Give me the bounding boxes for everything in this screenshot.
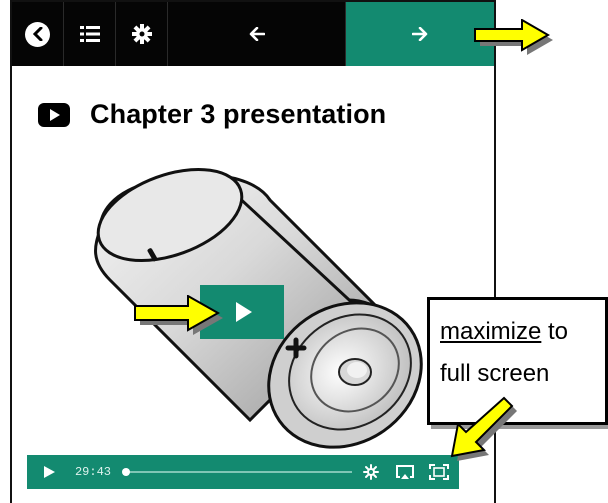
list-icon (79, 26, 100, 42)
play-icon (43, 466, 55, 478)
callout-word-suffix: to (541, 318, 569, 345)
pointer-arrow-play (134, 295, 223, 335)
toc-button[interactable] (64, 2, 116, 66)
video-controls: 29:43 (27, 455, 459, 489)
chevron-left-circle-icon (25, 21, 50, 47)
pointer-arrow-fullscreen (450, 396, 517, 461)
back-circle-button[interactable] (12, 2, 64, 66)
pointer-arrow-next (474, 19, 553, 55)
play-control[interactable] (39, 455, 59, 489)
previous-button[interactable] (168, 2, 346, 66)
video-settings-button[interactable] (359, 455, 383, 489)
progress-track[interactable] (124, 471, 352, 473)
page-heading: Chapter 3 presentation (38, 99, 386, 130)
airplay-icon (396, 465, 414, 479)
arrow-left-icon (249, 27, 265, 41)
arrow-right-icon (412, 27, 428, 41)
callout-word: maximize (440, 318, 542, 345)
callout-line2: full screen (440, 360, 550, 387)
video-time: 29:43 (74, 465, 111, 479)
progress-knob[interactable] (122, 468, 130, 476)
top-toolbar (12, 2, 494, 66)
gear-icon (363, 464, 379, 480)
video-icon (38, 102, 70, 127)
settings-button[interactable] (116, 2, 168, 66)
gear-icon (131, 24, 152, 44)
airplay-button[interactable] (391, 455, 419, 489)
page-title: Chapter 3 presentation (90, 99, 387, 129)
